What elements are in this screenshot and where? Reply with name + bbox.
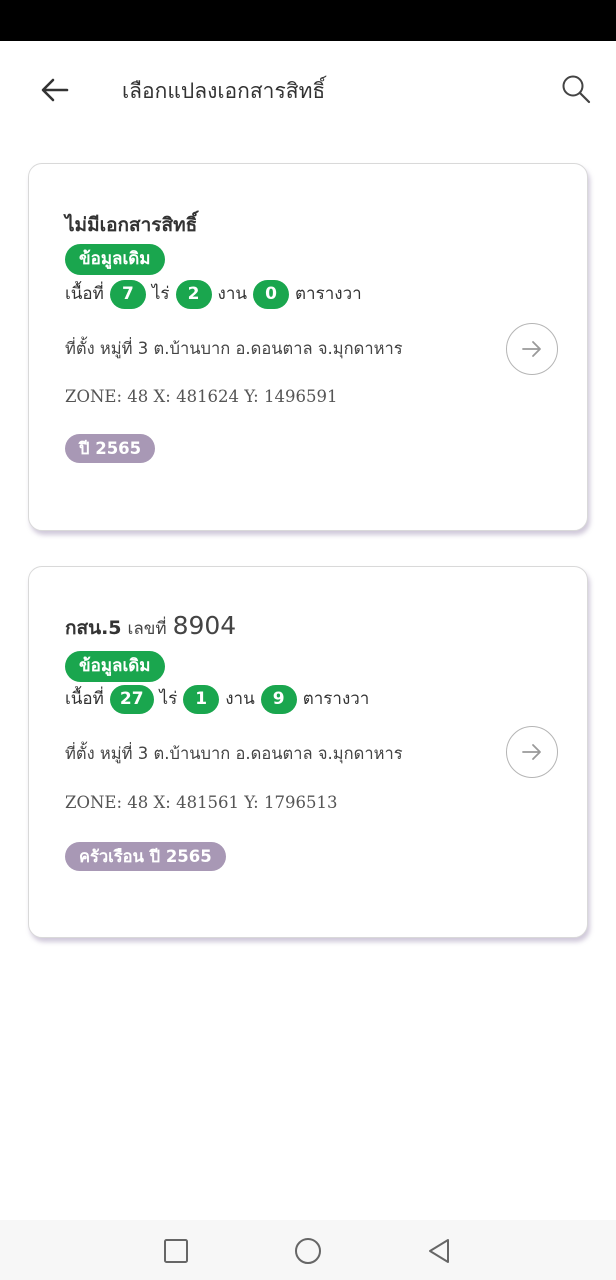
document-number: 8904 (172, 611, 237, 640)
app-bar: เลือกแปลงเอกสารสิทธิ์ (0, 41, 616, 137)
year-badge: ครัวเรือน ปี 2565 (65, 842, 226, 871)
recents-button[interactable] (159, 1234, 193, 1268)
rai-value: 7 (109, 280, 146, 309)
wa-unit: ตารางวา (302, 689, 370, 709)
ngan-unit: งาน (225, 689, 255, 709)
status-bar (0, 0, 616, 41)
system-back-button[interactable] (422, 1234, 456, 1268)
ngan-value: 2 (175, 280, 212, 309)
circle-icon (295, 1238, 321, 1264)
area-label: เนื้อที่ (65, 284, 104, 304)
arrow-right-icon (522, 744, 541, 760)
status-badge: ข้อมูลเดิม (65, 244, 165, 275)
search-icon (562, 75, 591, 104)
open-card-button[interactable] (506, 726, 558, 778)
page-title: เลือกแปลงเอกสารสิทธิ์ (122, 79, 326, 103)
wa-value: 0 (253, 280, 290, 309)
open-card-button[interactable] (506, 323, 558, 375)
card-heading: ไม่มีเอกสารสิทธิ์ (65, 210, 197, 240)
ngan-value: 1 (183, 685, 220, 714)
document-type: กสน.5 (65, 617, 122, 639)
triangle-left-icon (429, 1239, 449, 1263)
location-text: ที่ตั้ง หมู่ที่ 3 ต.บ้านบาก อ.ดอนตาล จ.ม… (65, 339, 403, 358)
rai-unit: ไร่ (151, 284, 170, 304)
document-number-label: เลขที่ (127, 619, 167, 639)
card-heading: กสน.5 เลขที่ 8904 (65, 611, 236, 643)
back-button[interactable] (36, 71, 74, 109)
year-badge: ปี 2565 (65, 434, 156, 463)
search-button[interactable] (556, 69, 596, 109)
arrow-left-icon (41, 78, 69, 102)
arrow-right-icon (522, 341, 541, 357)
area-label: เนื้อที่ (65, 689, 104, 709)
wa-unit: ตารางวา (295, 284, 362, 304)
land-parcel-card[interactable]: ไม่มีเอกสารสิทธิ์ ข้อมูลเดิม เนื้อที่ 7 … (28, 163, 588, 531)
ngan-unit: งาน (217, 284, 248, 304)
wa-value: 9 (260, 685, 297, 714)
rai-value: 27 (109, 685, 154, 714)
zone-coordinates: ZONE: 48 X: 481561 Y: 1796513 (65, 793, 338, 812)
land-parcel-card[interactable]: กสน.5 เลขที่ 8904 ข้อมูลเดิม เนื้อที่ 27 ไ… (28, 566, 588, 938)
document-type: ไม่มีเอกสารสิทธิ์ (65, 214, 198, 236)
area-row: เนื้อที่ 27 ไร่ 1 งาน 9 ตารางวา (65, 684, 369, 715)
home-button[interactable] (291, 1234, 325, 1268)
status-badge: ข้อมูลเดิม (65, 651, 165, 682)
rai-unit: ไร่ (159, 689, 178, 709)
area-row: เนื้อที่ 7 ไร่ 2 งาน 0 ตารางวา (65, 279, 362, 310)
zone-coordinates: ZONE: 48 X: 481624 Y: 1496591 (65, 387, 338, 406)
location-text: ที่ตั้ง หมู่ที่ 3 ต.บ้านบาก อ.ดอนตาล จ.ม… (65, 744, 403, 763)
square-icon (164, 1239, 188, 1263)
system-nav-bar (0, 1220, 616, 1280)
